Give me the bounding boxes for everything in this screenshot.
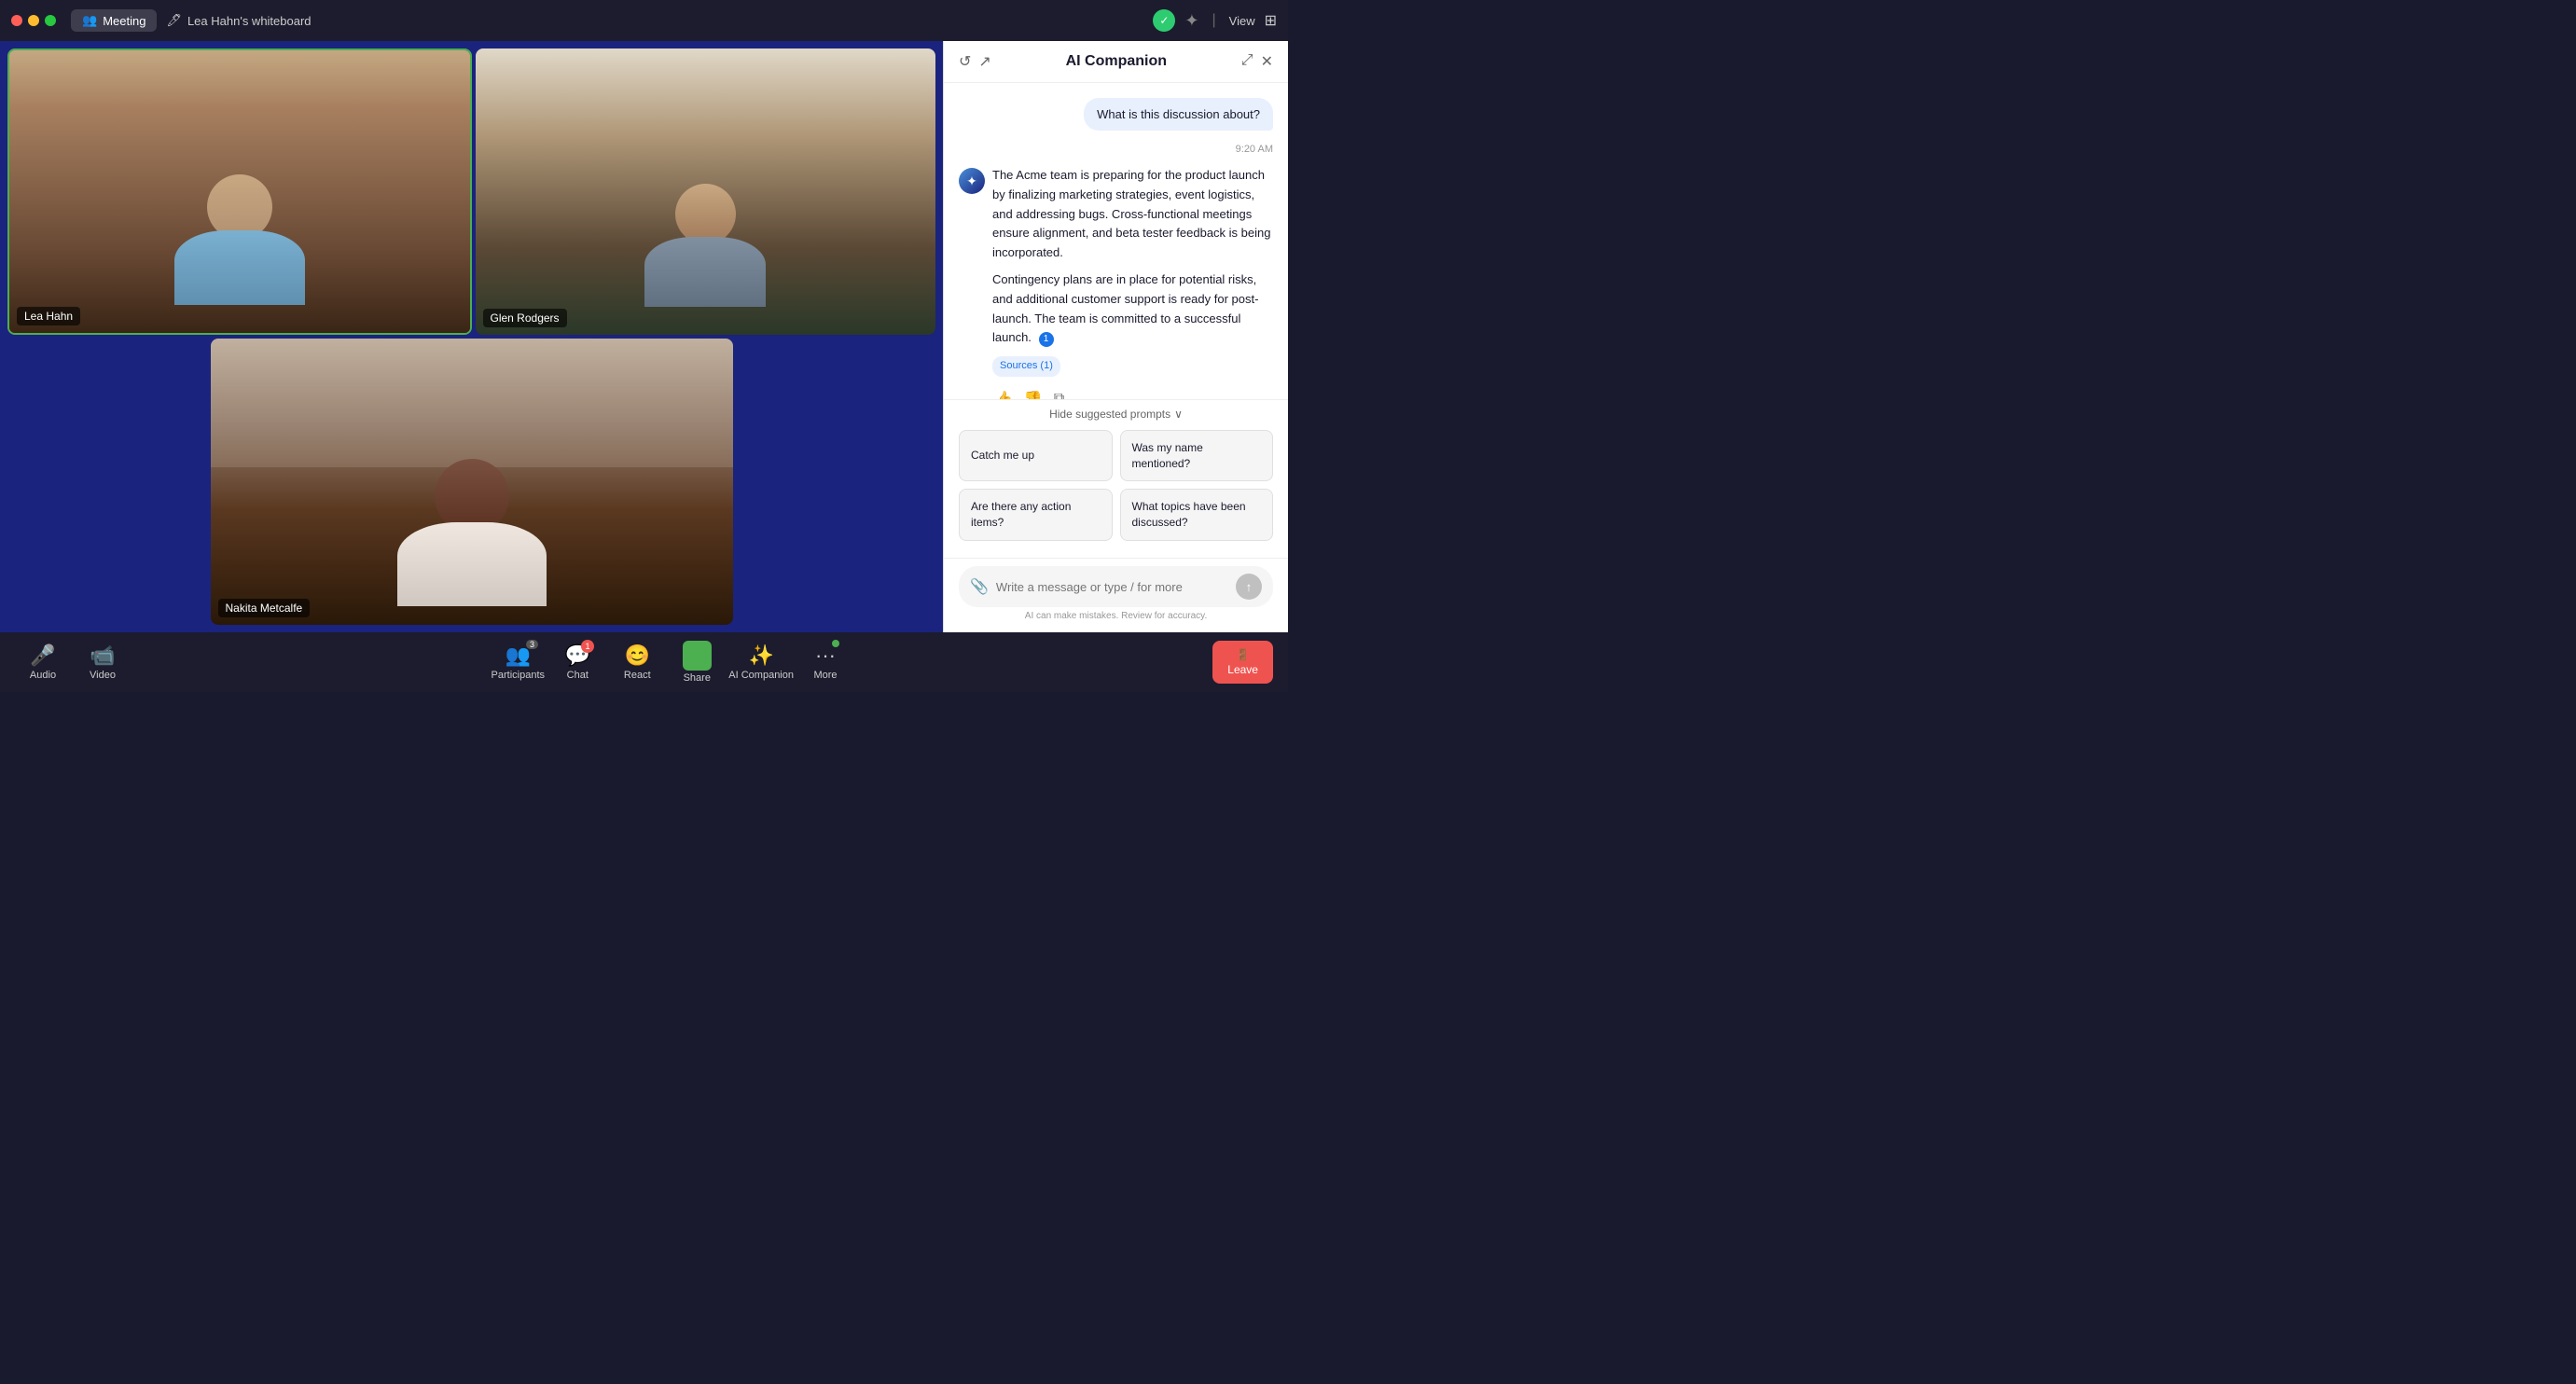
prompt-grid: Catch me up Was my name mentioned? Are t… bbox=[959, 430, 1273, 541]
prompt-name-mentioned[interactable]: Was my name mentioned? bbox=[1120, 430, 1274, 482]
maximize-button[interactable] bbox=[45, 15, 56, 26]
minimize-button[interactable] bbox=[28, 15, 39, 26]
chat-control[interactable]: 💬 1 Chat bbox=[549, 644, 605, 681]
participants-control[interactable]: 👥 3 Participants bbox=[490, 644, 546, 681]
participants-label: Participants bbox=[492, 670, 545, 681]
video-control[interactable]: 📹 Video bbox=[75, 644, 131, 681]
participants-icon: 👥 3 bbox=[506, 644, 531, 668]
expand-icon[interactable]: ⤢ bbox=[1241, 52, 1253, 71]
meeting-icon: 👥 bbox=[82, 13, 97, 28]
participant-label-nakita: Nakita Metcalfe bbox=[218, 599, 311, 617]
attachment-icon[interactable]: 📎 bbox=[970, 577, 989, 596]
source-ref-badge: 1 bbox=[1039, 332, 1054, 347]
chevron-icon: ∨ bbox=[1174, 408, 1183, 421]
ai-panel-actions: ⤢ ✕ bbox=[1241, 52, 1273, 71]
leave-label: Leave bbox=[1227, 663, 1258, 676]
view-button[interactable]: View bbox=[1229, 14, 1255, 28]
ai-messages: What is this discussion about? 9:20 AM ✦… bbox=[944, 83, 1288, 399]
ai-disclaimer: AI can make mistakes. Review for accurac… bbox=[959, 607, 1273, 629]
video-cell-nakita: Nakita Metcalfe bbox=[211, 339, 733, 625]
prompt-topics-discussed[interactable]: What topics have been discussed? bbox=[1120, 489, 1274, 541]
chat-label: Chat bbox=[567, 670, 589, 681]
titlebar: 👥 Meeting 🖊 Lea Hahn's whiteboard ✓ ✦ | … bbox=[0, 0, 1288, 41]
share-icon: ⬆ bbox=[683, 641, 711, 671]
participants-count: 3 bbox=[526, 640, 538, 649]
share-label: Share bbox=[684, 672, 711, 684]
user-message-time: 9:20 AM bbox=[959, 144, 1273, 155]
prompt-action-items[interactable]: Are there any action items? bbox=[959, 489, 1113, 541]
ai-panel-title: AI Companion bbox=[999, 53, 1234, 70]
share-control[interactable]: ⬆ Share bbox=[669, 641, 725, 684]
audio-icon: 🎤 bbox=[30, 644, 55, 668]
titlebar-right: ✓ ✦ | View ⊞ bbox=[1153, 9, 1277, 32]
ai-panel-header: ↺ ↗ AI Companion ⤢ ✕ bbox=[944, 41, 1288, 83]
react-control[interactable]: 😊 React bbox=[609, 644, 665, 681]
ai-companion-label: AI Companion bbox=[728, 670, 794, 681]
video-icon: 📹 bbox=[90, 644, 115, 668]
toolbar: 🎤 Audio 📹 Video 👥 3 Participants 💬 1 Cha… bbox=[0, 632, 1288, 692]
video-grid: Lea Hahn Glen Rodgers bbox=[0, 41, 943, 632]
audio-label: Audio bbox=[30, 670, 56, 681]
shield-icon: ✓ bbox=[1153, 9, 1175, 32]
meeting-button[interactable]: 👥 Meeting bbox=[71, 9, 157, 32]
ai-input-row: 📎 ↑ bbox=[959, 566, 1273, 607]
participant-label-glen: Glen Rodgers bbox=[483, 309, 567, 327]
close-button[interactable] bbox=[11, 15, 22, 26]
suggested-prompts-section: Hide suggested prompts ∨ Catch me up Was… bbox=[944, 399, 1288, 558]
sources-badge[interactable]: Sources (1) bbox=[992, 356, 1060, 377]
audio-control[interactable]: 🎤 Audio bbox=[15, 644, 71, 681]
meeting-label: Meeting bbox=[103, 14, 145, 28]
external-link-icon[interactable]: ↗ bbox=[978, 52, 990, 71]
more-icon: ··· bbox=[815, 644, 836, 668]
main-area: Lea Hahn Glen Rodgers bbox=[0, 41, 1288, 632]
more-badge bbox=[832, 640, 839, 647]
video-cell-lea: Lea Hahn bbox=[7, 48, 472, 335]
view-label: View bbox=[1229, 14, 1255, 28]
copy-button[interactable]: ⧉ bbox=[1052, 388, 1066, 399]
ai-response-content: The Acme team is preparing for the produ… bbox=[992, 166, 1273, 399]
ai-response: ✦ The Acme team is preparing for the pro… bbox=[959, 166, 1273, 399]
toolbar-right: 🚪 Leave bbox=[1212, 641, 1273, 684]
participant-label-lea: Lea Hahn bbox=[17, 307, 80, 325]
prompt-catch-me-up[interactable]: Catch me up bbox=[959, 430, 1113, 482]
ai-companion-control[interactable]: ✨ AI Companion bbox=[728, 644, 794, 681]
history-icon[interactable]: ↺ bbox=[959, 52, 971, 71]
chat-icon: 💬 1 bbox=[565, 644, 590, 668]
whiteboard-label: Lea Hahn's whiteboard bbox=[187, 14, 312, 28]
ai-chat-input[interactable] bbox=[996, 580, 1228, 594]
whiteboard-icon: 🖊 bbox=[166, 13, 182, 28]
ai-companion-panel: ↺ ↗ AI Companion ⤢ ✕ What is this discus… bbox=[943, 41, 1288, 632]
ai-input-area: 📎 ↑ AI can make mistakes. Review for acc… bbox=[944, 558, 1288, 632]
more-label: More bbox=[813, 670, 837, 681]
thumbs-up-button[interactable]: 👍 bbox=[992, 388, 1015, 399]
ai-send-button[interactable]: ↑ bbox=[1236, 574, 1262, 600]
video-bottom-row: Nakita Metcalfe bbox=[7, 339, 935, 625]
star-icon[interactable]: ✦ bbox=[1184, 11, 1198, 31]
leave-button[interactable]: 🚪 Leave bbox=[1212, 641, 1273, 684]
ai-panel-header-icons: ↺ ↗ bbox=[959, 52, 991, 71]
chat-badge: 1 bbox=[581, 640, 594, 653]
more-control[interactable]: ··· More bbox=[797, 644, 853, 681]
ai-avatar: ✦ bbox=[959, 168, 985, 194]
feedback-row: 👍 👎 ⧉ bbox=[992, 388, 1273, 399]
react-label: React bbox=[624, 670, 651, 681]
grid-icon[interactable]: ⊞ bbox=[1265, 11, 1277, 30]
suggested-prompts-header[interactable]: Hide suggested prompts ∨ bbox=[959, 408, 1273, 421]
react-icon: 😊 bbox=[625, 644, 650, 668]
toolbar-left: 🎤 Audio 📹 Video bbox=[15, 644, 131, 681]
video-top-row: Lea Hahn Glen Rodgers bbox=[7, 48, 935, 335]
close-panel-icon[interactable]: ✕ bbox=[1261, 52, 1273, 71]
video-label: Video bbox=[90, 670, 116, 681]
user-message: What is this discussion about? bbox=[1084, 98, 1273, 131]
leave-icon: 🚪 bbox=[1236, 648, 1250, 661]
video-cell-glen: Glen Rodgers bbox=[476, 48, 936, 335]
thumbs-down-button[interactable]: 👎 bbox=[1022, 388, 1045, 399]
ai-companion-icon: ✨ bbox=[748, 644, 773, 668]
traffic-lights bbox=[11, 15, 56, 26]
whiteboard-title: 🖊 Lea Hahn's whiteboard bbox=[166, 13, 311, 28]
toolbar-center: 👥 3 Participants 💬 1 Chat 😊 React ⬆ Shar… bbox=[490, 641, 853, 684]
